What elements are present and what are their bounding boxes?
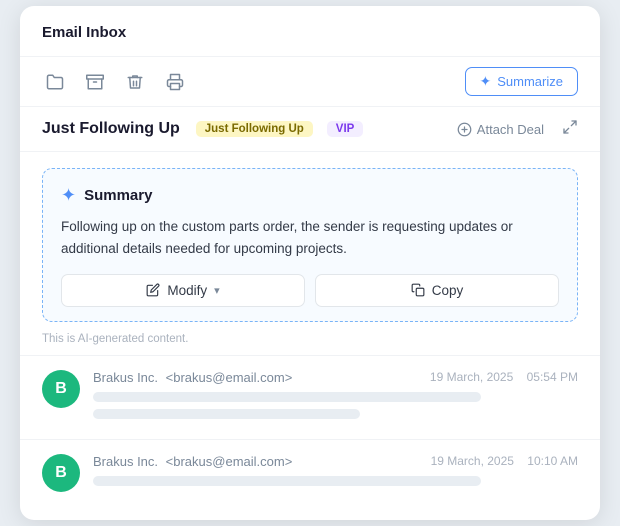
copy-icon <box>411 283 425 297</box>
email-meta: Brakus Inc. <brakus@email.com> 19 March,… <box>93 370 578 385</box>
email-content: Brakus Inc. <brakus@email.com> 19 March,… <box>93 370 578 419</box>
avatar: B <box>42 370 80 408</box>
email-preview <box>93 476 481 486</box>
email-preview-short <box>93 409 360 419</box>
email-from: Brakus Inc. <brakus@email.com> <box>93 454 292 469</box>
edit-icon <box>146 283 160 297</box>
summary-body: Following up on the custom parts order, … <box>61 216 559 259</box>
summary-heading: ✦ Summary <box>61 185 559 206</box>
subject-row: Just Following Up Just Following Up VIP … <box>20 107 600 152</box>
avatar: B <box>42 454 80 492</box>
expand-button[interactable] <box>562 119 578 139</box>
email-content: Brakus Inc. <brakus@email.com> 19 March,… <box>93 454 578 489</box>
email-preview <box>93 392 481 402</box>
email-inbox-card: Email Inbox ✦ Summarize Just Following U… <box>20 6 600 519</box>
sparkle-icon: ✦ <box>480 73 492 90</box>
summarize-button[interactable]: ✦ Summarize <box>465 67 578 96</box>
trash-icon[interactable] <box>122 71 148 93</box>
tag-vip: VIP <box>327 121 364 137</box>
copy-button[interactable]: Copy <box>315 274 559 307</box>
toolbar: ✦ Summarize <box>20 57 600 107</box>
email-date: 19 March, 2025 10:10 AM <box>431 454 578 468</box>
subject-title: Just Following Up <box>42 120 180 138</box>
card-header: Email Inbox <box>20 6 600 57</box>
tag-following: Just Following Up <box>196 121 313 137</box>
attach-deal-button[interactable]: Attach Deal <box>457 122 544 137</box>
ai-note: This is AI-generated content. <box>20 326 600 345</box>
print-icon[interactable] <box>162 71 188 93</box>
email-item[interactable]: B Brakus Inc. <brakus@email.com> 19 Marc… <box>20 355 600 429</box>
chevron-down-icon: ▾ <box>214 284 220 297</box>
attach-deal-icon <box>457 122 472 137</box>
folder-icon[interactable] <box>42 71 68 93</box>
card-title: Email Inbox <box>42 24 126 41</box>
email-from: Brakus Inc. <brakus@email.com> <box>93 370 292 385</box>
summary-box: ✦ Summary Following up on the custom par… <box>42 168 578 321</box>
spark-icon: ✦ <box>61 185 76 206</box>
archive-icon[interactable] <box>82 71 108 93</box>
summary-actions: Modify ▾ Copy <box>61 274 559 307</box>
modify-button[interactable]: Modify ▾ <box>61 274 305 307</box>
email-date: 19 March, 2025 05:54 PM <box>430 370 578 384</box>
summary-heading-text: Summary <box>84 187 152 204</box>
toolbar-icons <box>42 71 455 93</box>
email-item[interactable]: B Brakus Inc. <brakus@email.com> 19 Marc… <box>20 439 600 502</box>
email-meta: Brakus Inc. <brakus@email.com> 19 March,… <box>93 454 578 469</box>
